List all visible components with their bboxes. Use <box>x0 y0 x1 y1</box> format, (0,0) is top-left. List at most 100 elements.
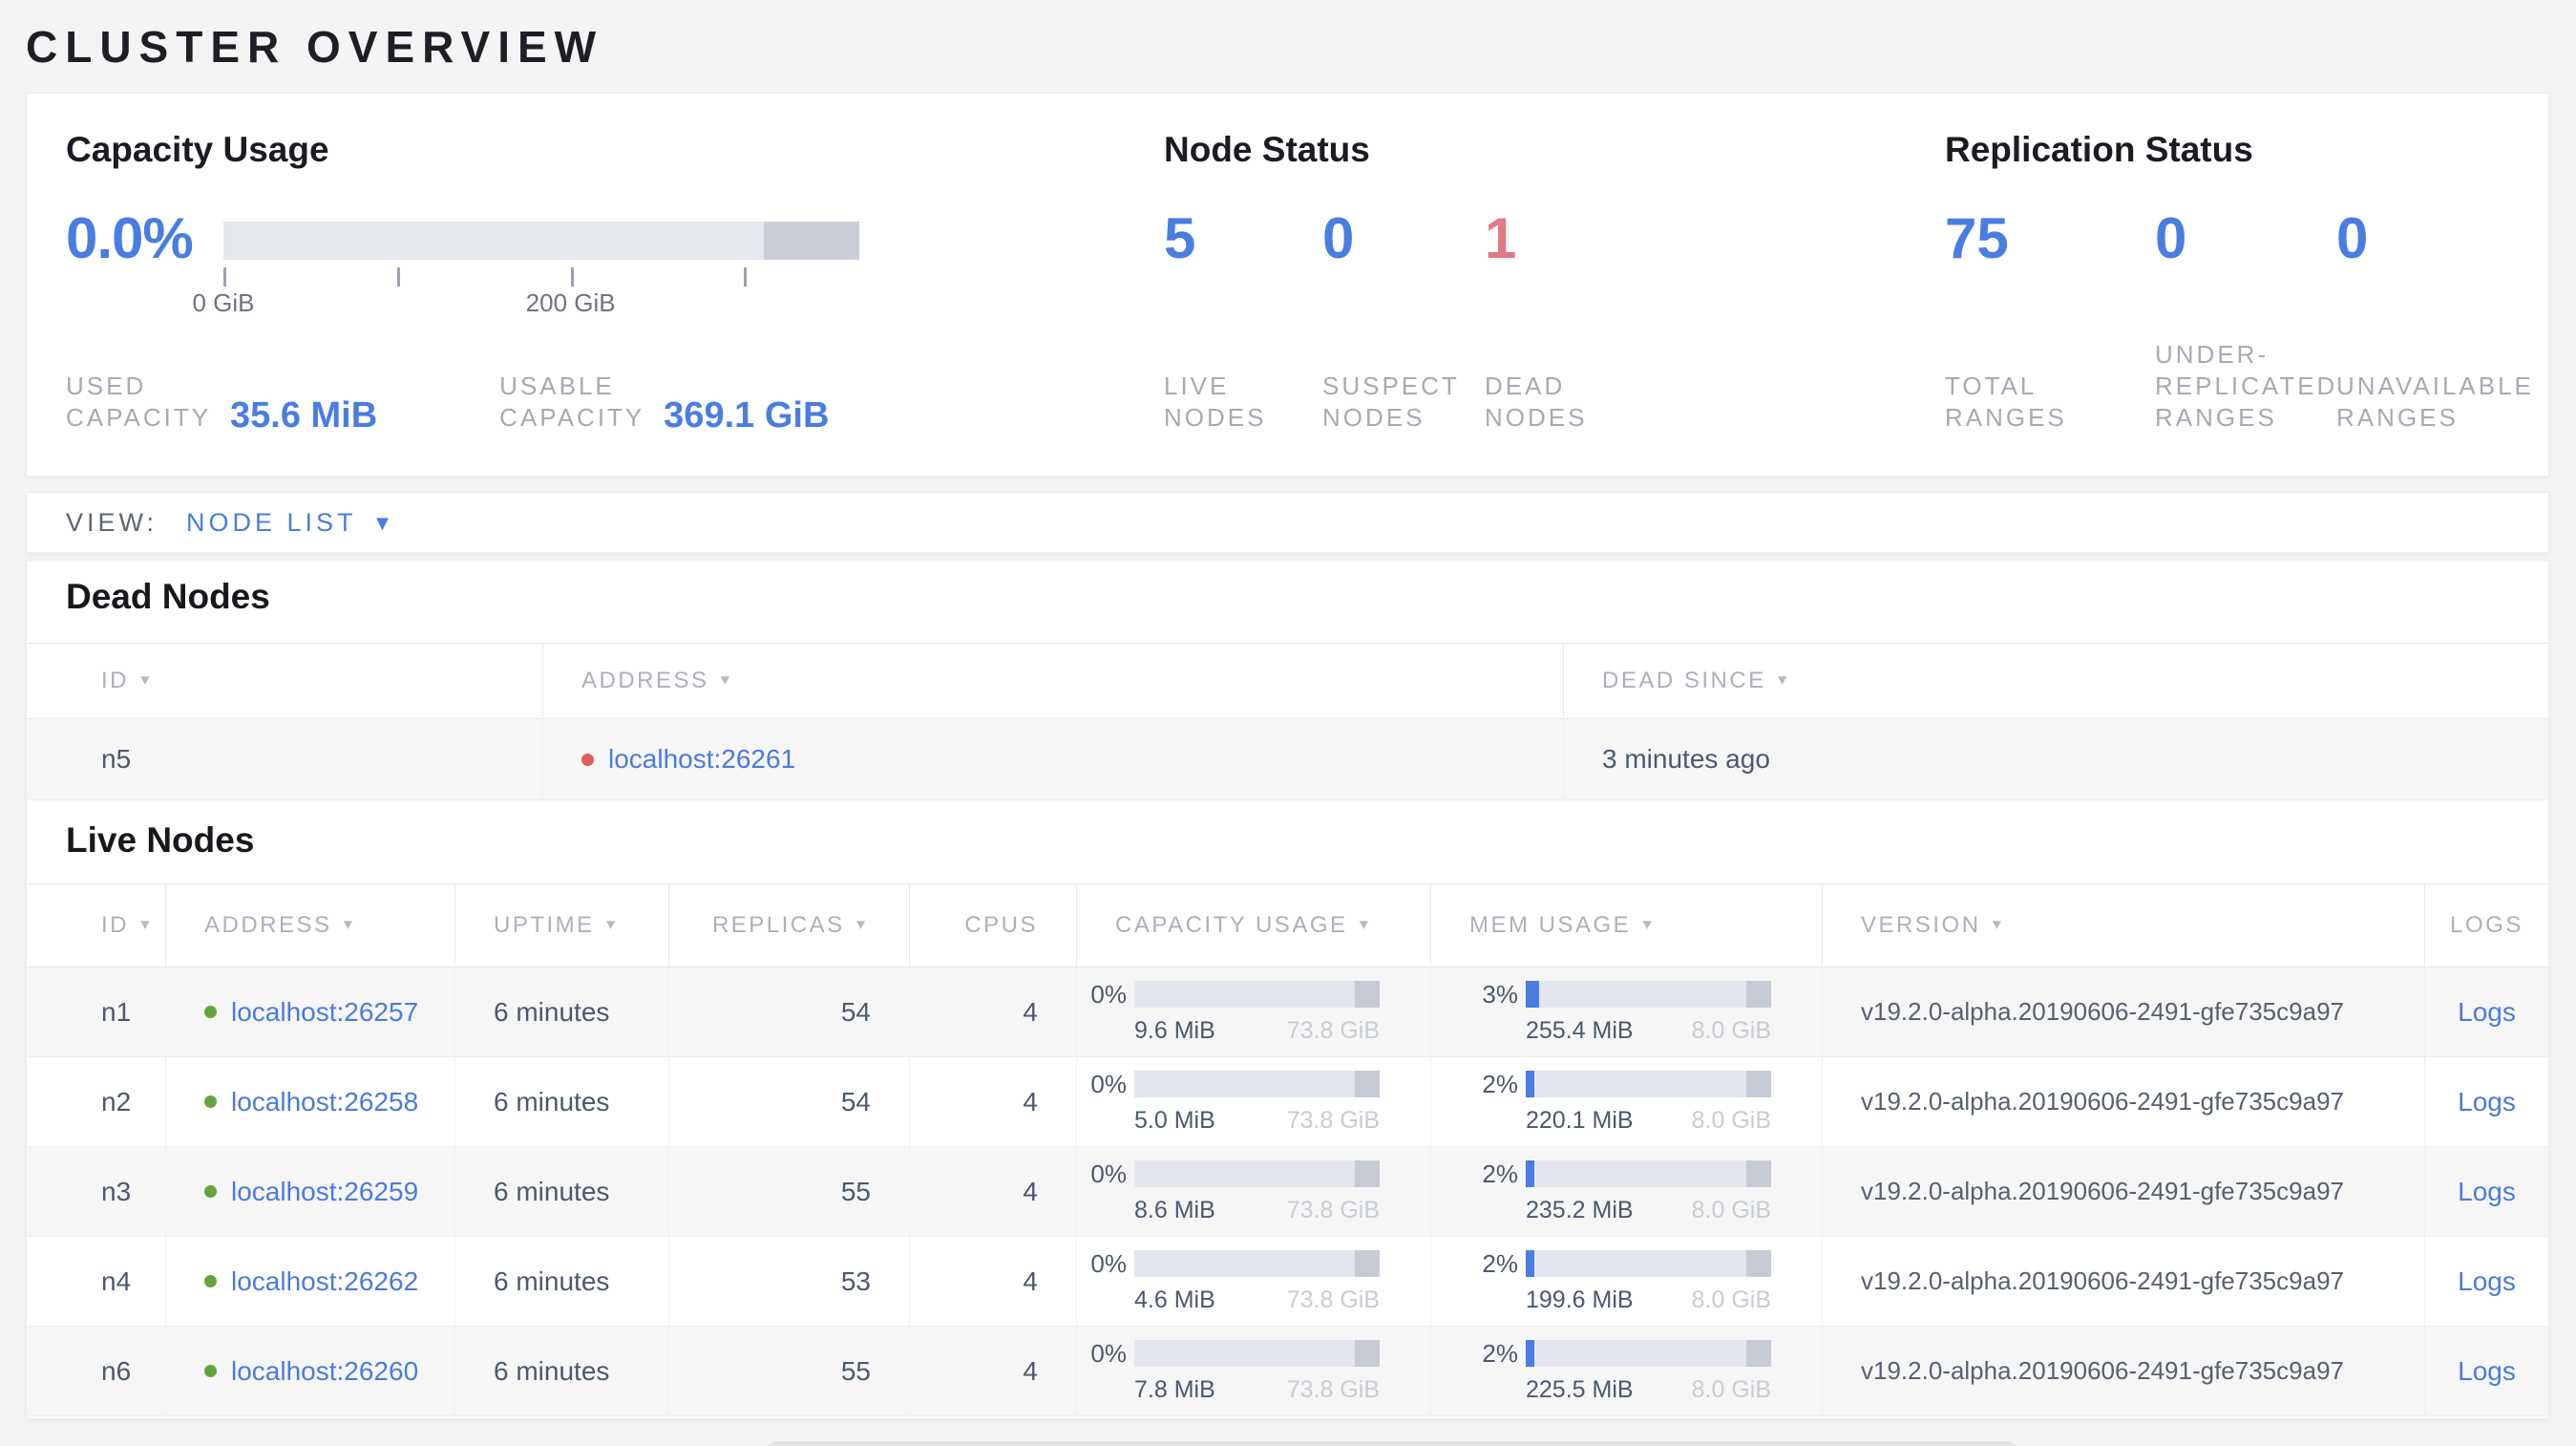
live-nodes-table-header: ID ▼ ADDRESS ▼ UPTIME ▼ REPLICAS ▼ CPUS CAPACITY … <box>27 883 2548 968</box>
axis-label: 0 GiB <box>192 288 255 317</box>
sort-arrow-icon: ▼ <box>1774 672 1793 689</box>
view-bar: VIEW: NODE LIST ▼ <box>26 492 2549 553</box>
logs-link[interactable]: Logs <box>2458 1177 2516 1207</box>
usable-capacity-value: 369.1 GiB <box>664 395 830 436</box>
column-header-capacity-usage[interactable]: CAPACITY USAGE ▼ <box>1076 884 1430 967</box>
column-header-mem-usage[interactable]: MEM USAGE ▼ <box>1430 884 1822 967</box>
meter-bar-dark-segment <box>1746 981 1771 1008</box>
node-address-link[interactable]: localhost:26257 <box>231 997 418 1028</box>
column-header-replicas[interactable]: REPLICAS ▼ <box>668 884 909 967</box>
meter-bar <box>1134 1071 1380 1097</box>
replication-stats: 75 TOTAL RANGES 0 UNDER- REPLICATED RANG… <box>1945 208 2548 434</box>
meter-bar-dark-segment <box>1746 1250 1771 1277</box>
sort-arrow-icon: ▼ <box>1356 917 1374 933</box>
meter-used-value: 220.1 MiB <box>1526 1106 1634 1134</box>
live-nodes-section-heading: Live Nodes <box>66 820 255 860</box>
meter-percent-label: 2% <box>1482 1248 1518 1278</box>
sort-arrow-icon: ▼ <box>340 917 358 933</box>
logs-link[interactable]: Logs <box>2458 1087 2516 1117</box>
logs-link[interactable]: Logs <box>2458 1266 2516 1297</box>
under-replicated-ranges-count: 0 <box>2155 206 2187 270</box>
column-header-id[interactable]: ID ▼ <box>27 884 165 967</box>
version-cell: v19.2.0-alpha.20190606-2491-gfe735c9a97 <box>1822 1057 2424 1146</box>
suspect-nodes-count: 0 <box>1322 206 1355 270</box>
live-node-row: n3 localhost:26259 6 minutes 55 4 0% 8.6 MiB 73… <box>27 1147 2548 1237</box>
dead-nodes-table-header: ID ▼ ADDRESS ▼ DEAD SINCE ▼ <box>27 643 2548 719</box>
node-address-cell: localhost:26261 <box>542 719 1563 799</box>
node-id-cell: n2 <box>101 1086 132 1116</box>
mem-usage-meter: 3% 255.4 MiB 8.0 GiB <box>1430 968 1822 1056</box>
cpus-cell: 4 <box>909 1237 1076 1326</box>
dead-nodes-stat: 1 DEAD NODES <box>1485 208 1587 434</box>
column-header-version[interactable]: VERSION ▼ <box>1822 884 2424 967</box>
suspect-nodes-stat: 0 SUSPECT NODES <box>1322 208 1485 434</box>
green-status-dot-icon <box>204 1095 217 1108</box>
meter-bar <box>1526 981 1771 1008</box>
meter-percent-label: 0% <box>1090 1159 1127 1188</box>
node-address-link[interactable]: localhost:26259 <box>231 1177 418 1207</box>
replicas-cell: 55 <box>668 1327 909 1415</box>
node-address-link[interactable]: localhost:26258 <box>231 1087 418 1117</box>
sort-arrow-icon: ▼ <box>137 917 156 933</box>
capacity-usage-panel: Capacity Usage 0.0% 0 GiB 200 GiB USED CA… <box>27 94 1125 476</box>
column-header-dead-since[interactable]: DEAD SINCE ▼ <box>1563 644 2548 718</box>
bottom-shadow <box>762 1441 2022 1446</box>
meter-bar-dark-segment <box>1355 1160 1380 1187</box>
column-header-label: ID <box>101 668 129 693</box>
logs-link[interactable]: Logs <box>2458 997 2516 1028</box>
logs-link[interactable]: Logs <box>2458 1356 2516 1387</box>
node-address-cell: localhost:26258 <box>165 1057 454 1146</box>
column-header-address[interactable]: ADDRESS ▼ <box>165 884 454 967</box>
uptime-cell: 6 minutes <box>454 1057 668 1146</box>
column-header-label: MEM USAGE <box>1469 912 1632 938</box>
column-header-uptime[interactable]: UPTIME ▼ <box>454 884 668 967</box>
version-cell: v19.2.0-alpha.20190606-2491-gfe735c9a97 <box>1822 1327 2424 1415</box>
meter-bar <box>1134 1250 1380 1277</box>
live-node-row: n4 localhost:26262 6 minutes 53 4 0% 4.6 MiB 73… <box>27 1237 2548 1327</box>
node-address-link[interactable]: localhost:26261 <box>608 744 795 775</box>
sort-arrow-icon: ▼ <box>602 917 622 933</box>
meter-total-value: 8.0 GiB <box>1691 1106 1771 1134</box>
axis-tick <box>744 267 748 287</box>
capacity-bar <box>223 222 859 260</box>
under-replicated-ranges-stat: 0 UNDER- REPLICATED RANGES <box>2155 208 2338 434</box>
meter-percent-label: 2% <box>1482 1159 1518 1188</box>
meter-used-value: 5.0 MiB <box>1134 1106 1215 1134</box>
column-header-label: VERSION <box>1861 912 1981 938</box>
capacity-usage-meter: 0% 5.0 MiB 73.8 GiB <box>1076 1057 1430 1146</box>
axis-tick <box>223 267 226 287</box>
node-address-cell: localhost:26260 <box>165 1327 454 1415</box>
meter-total-value: 8.0 GiB <box>1691 1375 1771 1403</box>
meter-percent-label: 0% <box>1090 1069 1127 1098</box>
mem-usage-meter: 2% 199.6 MiB 8.0 GiB <box>1430 1237 1822 1326</box>
green-status-dot-icon <box>204 1006 217 1018</box>
capacity-usage-heading: Capacity Usage <box>66 130 329 169</box>
column-header-label: UPTIME <box>494 912 595 938</box>
node-address-link[interactable]: localhost:26260 <box>231 1356 418 1387</box>
node-list-dropdown[interactable]: NODE LIST ▼ <box>186 508 396 538</box>
node-id-cell: n3 <box>101 1176 132 1206</box>
meter-bar-dark-segment <box>1746 1340 1771 1367</box>
meter-percent-label: 0% <box>1090 1338 1127 1368</box>
meter-bar-dark-segment <box>1746 1071 1771 1097</box>
axis-tick <box>396 267 400 287</box>
meter-total-value: 8.0 GiB <box>1691 1196 1771 1223</box>
column-header-label: REPLICAS <box>711 912 845 938</box>
column-header-cpus: CPUS <box>909 884 1076 967</box>
meter-percent-label: 3% <box>1482 979 1518 1009</box>
live-nodes-label: LIVE NODES <box>1164 372 1267 432</box>
node-id-cell: n5 <box>101 744 132 774</box>
logs-cell: Logs <box>2424 968 2548 1056</box>
under-replicated-ranges-label: UNDER- REPLICATED RANGES <box>2155 340 2338 432</box>
capacity-stats: USED CAPACITY 35.6 MiB USABLE CAPACITY 3… <box>66 371 1125 436</box>
version-cell: v19.2.0-alpha.20190606-2491-gfe735c9a97 <box>1822 968 2424 1056</box>
used-capacity-label: USED CAPACITY <box>66 372 212 432</box>
node-address-link[interactable]: localhost:26262 <box>231 1266 418 1297</box>
green-status-dot-icon <box>204 1365 217 1377</box>
column-header-id[interactable]: ID ▼ <box>27 644 542 718</box>
cluster-summary-card: Capacity Usage 0.0% 0 GiB 200 GiB USED CA… <box>26 93 2549 477</box>
column-header-address[interactable]: ADDRESS ▼ <box>542 644 1563 718</box>
meter-bar <box>1526 1250 1771 1277</box>
mem-usage-meter: 2% 235.2 MiB 8.0 GiB <box>1430 1147 1822 1236</box>
replicas-cell: 54 <box>668 968 909 1056</box>
